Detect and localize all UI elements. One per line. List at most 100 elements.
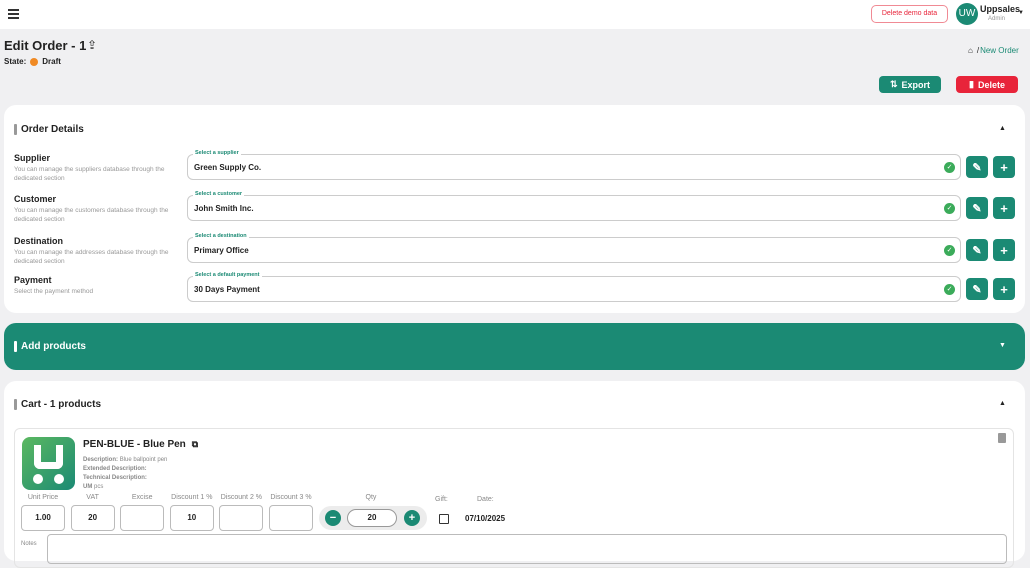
ext-desc-label: Extended Description: bbox=[83, 466, 147, 472]
row-description: Select the payment method bbox=[14, 287, 174, 296]
date-label: Date: bbox=[477, 496, 494, 503]
edit-destination-button[interactable]: ✎ bbox=[966, 239, 988, 261]
state-value: Draft bbox=[42, 57, 61, 66]
payment-select[interactable]: Select a default payment 30 Days Payment… bbox=[187, 276, 961, 302]
field-legend: Select a customer bbox=[193, 191, 244, 197]
supplier-select[interactable]: Select a supplier Green Supply Co. ✓ bbox=[187, 154, 961, 180]
field-label: Discount 1 % bbox=[167, 494, 217, 501]
add-destination-button[interactable]: + bbox=[993, 239, 1015, 261]
order-details-card: Order Details ▲ Supplier You can manage … bbox=[4, 105, 1025, 313]
discount-3--input[interactable] bbox=[269, 505, 313, 531]
date-value[interactable]: 07/10/2025 bbox=[465, 514, 505, 523]
add-products-bar[interactable]: Add products ▼ bbox=[4, 323, 1025, 370]
trash-icon: ▮ bbox=[969, 79, 974, 90]
discount-1--input[interactable]: 10 bbox=[170, 505, 214, 531]
home-icon[interactable]: ⌂ bbox=[968, 46, 973, 55]
state-label: State: bbox=[4, 57, 26, 66]
edit-customer-button[interactable]: ✎ bbox=[966, 197, 988, 219]
unit-price-input[interactable]: 1.00 bbox=[21, 505, 65, 531]
breadcrumb-current[interactable]: New Order bbox=[980, 46, 1019, 55]
section-title: Order Details bbox=[21, 124, 84, 135]
delete-button[interactable]: ▮ Delete bbox=[956, 76, 1018, 93]
add-payment-button[interactable]: + bbox=[993, 278, 1015, 300]
field-value: Primary Office bbox=[194, 246, 249, 255]
row-title: Supplier bbox=[14, 153, 174, 163]
edit-supplier-button[interactable]: ✎ bbox=[966, 156, 988, 178]
row-title: Destination bbox=[14, 236, 174, 246]
plus-icon: + bbox=[1000, 243, 1008, 258]
qty-input[interactable]: 20 bbox=[347, 509, 397, 527]
notes-label: Notes bbox=[21, 541, 37, 547]
excise-input[interactable] bbox=[120, 505, 164, 531]
pencil-icon: ✎ bbox=[972, 202, 981, 215]
collapse-icon[interactable]: ▲ bbox=[999, 125, 1006, 132]
add-supplier-button[interactable]: + bbox=[993, 156, 1015, 178]
gift-checkbox[interactable] bbox=[439, 514, 449, 524]
user-name[interactable]: Uppsales bbox=[980, 4, 1020, 14]
pencil-icon: ✎ bbox=[972, 283, 981, 296]
row-label-destination: Destination You can manage the addresses… bbox=[14, 236, 174, 266]
product-image bbox=[22, 437, 75, 490]
tech-desc-label: Technical Description: bbox=[83, 475, 147, 481]
plus-icon: + bbox=[1000, 201, 1008, 216]
order-details-header[interactable]: Order Details bbox=[14, 124, 84, 135]
export-button[interactable]: ⇅ Export bbox=[879, 76, 941, 93]
field-legend: Select a default payment bbox=[193, 272, 262, 278]
gift-label: Gift: bbox=[435, 496, 448, 503]
qty-label: Qty bbox=[346, 494, 396, 501]
product-name: PEN-BLUE - Blue Pen bbox=[83, 439, 186, 450]
export-icon: ⇅ bbox=[890, 79, 898, 90]
share-icon[interactable]: ⇪ bbox=[87, 38, 97, 52]
pencil-icon: ✎ bbox=[972, 244, 981, 257]
vat-input[interactable]: 20 bbox=[71, 505, 115, 531]
menu-icon[interactable] bbox=[8, 9, 19, 19]
field-value: John Smith Inc. bbox=[194, 204, 254, 213]
user-role: Admin bbox=[988, 16, 1005, 22]
chevron-down-icon[interactable]: ▼ bbox=[1018, 10, 1024, 16]
check-circle-icon: ✓ bbox=[944, 245, 955, 256]
increment-button[interactable]: + bbox=[404, 510, 420, 526]
field-value: Green Supply Co. bbox=[194, 163, 261, 172]
delete-label: Delete bbox=[978, 80, 1005, 90]
product-details: Description: Blue ballpoint pen Extended… bbox=[83, 456, 167, 492]
check-circle-icon: ✓ bbox=[944, 284, 955, 295]
row-label-supplier: Supplier You can manage the suppliers da… bbox=[14, 153, 174, 183]
discount-2--input[interactable] bbox=[219, 505, 263, 531]
row-title: Customer bbox=[14, 194, 174, 204]
copy-icon[interactable]: ⧉ bbox=[192, 439, 198, 450]
check-circle-icon: ✓ bbox=[944, 162, 955, 173]
notes-textarea[interactable] bbox=[47, 534, 1007, 564]
um-value: pcs bbox=[94, 484, 103, 490]
order-state: State: Draft bbox=[4, 57, 61, 66]
section-title: Cart - 1 products bbox=[21, 399, 101, 410]
desc-label: Description: bbox=[83, 457, 118, 463]
row-description: You can manage the addresses database th… bbox=[14, 248, 174, 266]
add-customer-button[interactable]: + bbox=[993, 197, 1015, 219]
cart-header[interactable]: Cart - 1 products bbox=[14, 399, 101, 410]
desc-value: Blue ballpoint pen bbox=[120, 457, 168, 463]
row-label-customer: Customer You can manage the customers da… bbox=[14, 194, 174, 224]
pencil-icon: ✎ bbox=[972, 161, 981, 174]
customer-select[interactable]: Select a customer John Smith Inc. ✓ bbox=[187, 195, 961, 221]
decrement-button[interactable]: − bbox=[325, 510, 341, 526]
edit-payment-button[interactable]: ✎ bbox=[966, 278, 988, 300]
collapse-icon[interactable]: ▲ bbox=[999, 400, 1006, 407]
delete-demo-data-button[interactable]: Delete demo data bbox=[871, 5, 948, 23]
row-label-payment: Payment Select the payment method bbox=[14, 275, 174, 296]
field-value: 30 Days Payment bbox=[194, 285, 260, 294]
breadcrumb-separator: / bbox=[977, 46, 979, 55]
destination-select[interactable]: Select a destination Primary Office ✓ bbox=[187, 237, 961, 263]
remove-product-icon[interactable] bbox=[998, 433, 1006, 443]
state-dot-icon bbox=[30, 58, 38, 66]
field-label: Excise bbox=[117, 494, 167, 501]
row-description: You can manage the customers database th… bbox=[14, 206, 174, 224]
export-label: Export bbox=[902, 80, 931, 90]
row-description: You can manage the suppliers database th… bbox=[14, 165, 174, 183]
avatar[interactable]: UW bbox=[956, 3, 978, 25]
field-label: VAT bbox=[68, 494, 118, 501]
section-title: Add products bbox=[21, 341, 86, 352]
expand-icon[interactable]: ▼ bbox=[999, 342, 1006, 349]
plus-icon: + bbox=[1000, 282, 1008, 297]
page-title: Edit Order - 1 bbox=[4, 38, 86, 53]
field-legend: Select a supplier bbox=[193, 150, 241, 156]
